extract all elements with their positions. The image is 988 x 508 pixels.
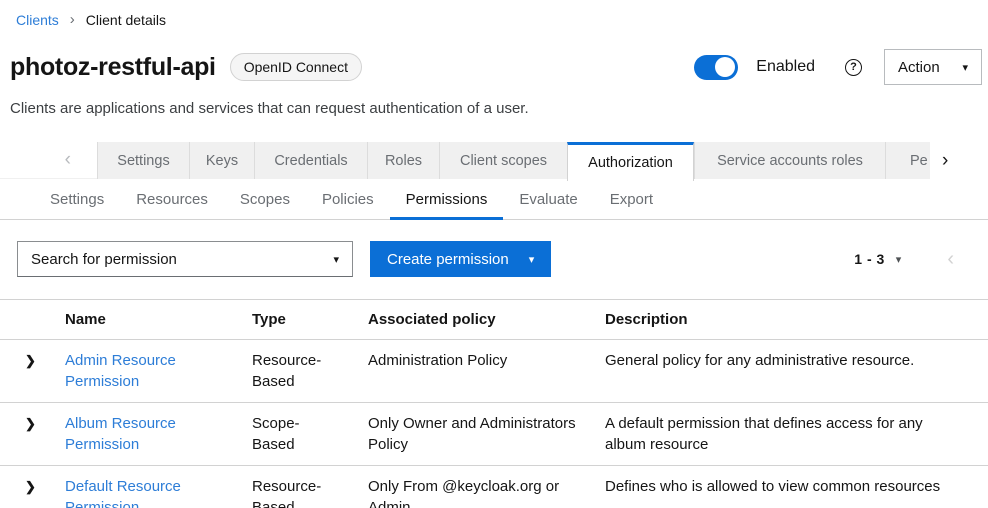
tab-bar: ‹ Settings Keys Credentials Roles Client… — [0, 142, 988, 179]
create-permission-button[interactable]: Create permission ▾ — [370, 241, 551, 277]
permission-name-link[interactable]: Default Resource Permission — [65, 478, 181, 508]
tab-keys[interactable]: Keys — [189, 142, 254, 179]
page-title: photoz-restful-api — [10, 53, 216, 82]
subtab-permissions[interactable]: Permissions — [390, 179, 504, 219]
chevron-right-icon: › — [70, 11, 75, 28]
page-header: photoz-restful-api OpenID Connect Enable… — [0, 28, 988, 85]
tab-scroll-left-button[interactable]: ‹ — [0, 142, 97, 179]
tab-credentials[interactable]: Credentials — [254, 142, 367, 179]
breadcrumb-current: Client details — [86, 12, 166, 28]
help-icon[interactable]: ? — [845, 59, 862, 76]
expand-row-icon[interactable]: ❯ — [25, 353, 36, 368]
permission-description: Defines who is allowed to view common re… — [605, 466, 988, 508]
toggle-knob — [715, 57, 735, 77]
subtab-scopes[interactable]: Scopes — [224, 179, 306, 219]
permission-name-link[interactable]: Admin Resource Permission — [65, 352, 176, 390]
table-row: ❯ Admin Resource Permission Resource-Bas… — [0, 340, 988, 403]
subtab-policies[interactable]: Policies — [306, 179, 390, 219]
enabled-label: Enabled — [756, 58, 815, 76]
associated-policy: Administration Policy — [368, 340, 605, 403]
column-header-name: Name — [65, 300, 252, 340]
column-header-type: Type — [252, 300, 368, 340]
header-controls: Enabled ? Action ▾ — [694, 49, 982, 85]
page-subtitle: Clients are applications and services th… — [0, 85, 988, 117]
table-row: ❯ Album Resource Permission Scope-Based … — [0, 403, 988, 466]
search-permission-select[interactable]: Search for permission ▾ — [17, 241, 353, 277]
expand-row-icon[interactable]: ❯ — [25, 416, 36, 431]
associated-policy: Only From @keycloak.org or Admin — [368, 466, 605, 508]
subtab-resources[interactable]: Resources — [120, 179, 224, 219]
permission-type: Scope-Based — [252, 403, 368, 466]
permission-description: A default permission that defines access… — [605, 403, 988, 466]
breadcrumb-clients-link[interactable]: Clients — [16, 12, 59, 28]
table-row: ❯ Default Resource Permission Resource-B… — [0, 466, 988, 508]
permission-name-link[interactable]: Album Resource Permission — [65, 415, 176, 453]
enabled-toggle[interactable] — [694, 55, 738, 80]
permission-type: Resource-Based — [252, 340, 368, 403]
action-dropdown-label: Action — [898, 59, 940, 76]
column-header-associated-policy: Associated policy — [368, 300, 605, 340]
caret-down-icon: ▾ — [529, 253, 535, 266]
associated-policy: Only Owner and Administrators Policy — [368, 403, 605, 466]
create-permission-label: Create permission — [387, 251, 509, 268]
pagination-range: 1 - 3 — [854, 251, 885, 267]
action-dropdown[interactable]: Action ▾ — [884, 49, 982, 85]
pagination-prev-icon[interactable]: ‹ — [947, 248, 954, 271]
permissions-table: Name Type Associated policy Description … — [0, 299, 988, 508]
subtab-evaluate[interactable]: Evaluate — [503, 179, 593, 219]
search-permission-label: Search for permission — [31, 251, 177, 268]
tab-client-scopes[interactable]: Client scopes — [439, 142, 567, 179]
authorization-subtabs: Settings Resources Scopes Policies Permi… — [0, 179, 988, 220]
permission-description: General policy for any administrative re… — [605, 340, 988, 403]
chevron-right-icon: › — [942, 150, 948, 172]
tab-roles[interactable]: Roles — [367, 142, 439, 179]
permission-type: Resource-Based — [252, 466, 368, 508]
tab-authorization[interactable]: Authorization — [567, 142, 694, 181]
tab-permissions-truncated[interactable]: Pe — [885, 142, 930, 179]
subtab-export[interactable]: Export — [594, 179, 669, 219]
table-header-row: Name Type Associated policy Description — [0, 300, 988, 340]
protocol-badge: OpenID Connect — [230, 53, 362, 81]
chevron-left-icon: ‹ — [65, 149, 71, 171]
tab-settings[interactable]: Settings — [97, 142, 189, 179]
subtab-settings[interactable]: Settings — [34, 179, 120, 219]
tab-scroll-right-button[interactable]: › — [930, 142, 988, 179]
pagination-caret-icon[interactable]: ▾ — [896, 253, 902, 266]
tab-service-accounts-roles[interactable]: Service accounts roles — [694, 142, 885, 179]
column-header-description: Description — [605, 300, 988, 340]
caret-down-icon: ▾ — [333, 253, 339, 266]
caret-down-icon: ▾ — [962, 61, 968, 74]
expand-column-header — [0, 300, 65, 340]
expand-row-icon[interactable]: ❯ — [25, 479, 36, 494]
breadcrumb: Clients › Client details — [0, 0, 988, 28]
pagination: 1 - 3 ▾ ‹ — [854, 248, 954, 271]
permissions-toolbar: Search for permission ▾ Create permissio… — [0, 241, 988, 277]
